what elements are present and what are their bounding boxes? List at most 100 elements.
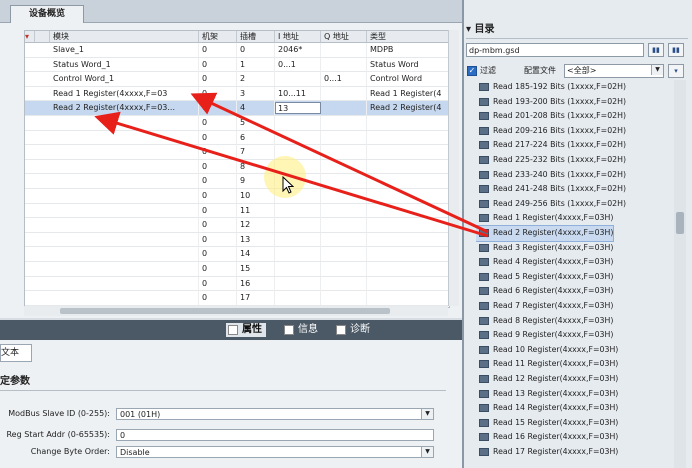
column-header-i-address[interactable]: I 地址 (275, 31, 321, 43)
table-row[interactable]: 0 12 (25, 218, 449, 233)
table-row[interactable]: 0 17 (25, 291, 449, 306)
cell-type: Status Word (367, 57, 449, 72)
cell-slot: 15 (237, 262, 275, 276)
cell-rack: 0 (199, 72, 237, 87)
catalog-item[interactable]: Read 201-208 Bits (1xxxx,F=02H) (476, 109, 626, 124)
catalog-scroll-thumb[interactable] (676, 212, 684, 234)
catalog-item[interactable]: Read 11 Register(4xxxx,F=03H) (476, 357, 618, 372)
catalog-item[interactable]: Read 225-232 Bits (1xxxx,F=02H) (476, 153, 626, 168)
table-row[interactable]: 0 10 (25, 189, 449, 204)
chevron-down-icon[interactable]: ▼ (421, 447, 433, 457)
column-header-rack[interactable]: 机架 (199, 31, 237, 43)
column-header-type[interactable]: 类型 (367, 31, 449, 43)
param-reg-start-addr-input[interactable]: 0 (116, 429, 434, 441)
catalog-item[interactable]: Read 17 Register(4xxxx,F=03H) (476, 445, 618, 460)
tab-device-overview[interactable]: 设备概览 (10, 5, 84, 23)
chevron-down-icon[interactable]: ▼ (651, 65, 663, 75)
search-down-icon[interactable]: ▮▮ (648, 43, 664, 57)
module-icon (479, 112, 489, 121)
cell-module (50, 218, 199, 233)
table-row[interactable]: Slave_1 0 0 2046* MDPB (25, 43, 449, 58)
cell-i-addr (275, 247, 321, 262)
catalog-item[interactable]: Read 193-200 Bits (1xxxx,F=02H) (476, 95, 626, 110)
catalog-item-label: Read 14 Register(4xxxx,F=03H) (493, 403, 619, 413)
catalog-item[interactable]: Read 7 Register(4xxxx,F=03H) (476, 299, 613, 314)
tab-text[interactable]: 文本 (0, 344, 32, 362)
device-overview-table: ▾ 模块 机架 插槽 I 地址 Q 地址 类型 Slave_1 0 0 2046* MD… (24, 30, 450, 308)
table-row[interactable]: Status Word_1 0 1 0...1 Status Word (25, 57, 449, 73)
cell-module (50, 232, 199, 247)
column-header-module[interactable]: 模块 (50, 31, 199, 43)
catalog-item[interactable]: Read 241-248 Bits (1xxxx,F=02H) (476, 182, 626, 197)
cell-module: Read 1 Register(4xxxx,F=03 (50, 86, 199, 101)
module-icon (479, 287, 489, 296)
table-row[interactable]: 06 (25, 130, 449, 146)
column-header-slot[interactable]: 插槽 (237, 31, 275, 43)
catalog-item[interactable]: Read 249-256 Bits (1xxxx,F=02H) (476, 197, 626, 212)
profile-select[interactable]: <全部> ▼ (564, 64, 664, 78)
cell-i-addr[interactable]: 13 (275, 102, 321, 115)
cell-slot: 4 (237, 101, 275, 116)
cell-type: Control Word (367, 72, 449, 87)
table-row[interactable]: 05 (25, 116, 449, 131)
cell-type (367, 189, 449, 203)
search-up-icon[interactable]: ▮▮ (668, 43, 684, 57)
tab-properties[interactable]: 属性 (226, 323, 266, 337)
catalog-item-label: Read 249-256 Bits (1xxxx,F=02H) (493, 198, 627, 208)
tab-info[interactable]: 信息 (282, 323, 322, 337)
catalog-item[interactable]: Read 8 Register(4xxxx,F=03H) (476, 314, 613, 329)
catalog-title[interactable]: ▾ 目录 (466, 22, 688, 39)
cell-q-addr (321, 145, 367, 160)
catalog-item[interactable]: Read 209-216 Bits (1xxxx,F=02H) (476, 124, 626, 139)
catalog-item[interactable]: Read 217-224 Bits (1xxxx,F=02H) (476, 138, 626, 153)
catalog-item[interactable]: Read 10 Register(4xxxx,F=03H) (476, 343, 618, 358)
catalog-item[interactable]: Read 2 Register(4xxxx,F=03H) (476, 225, 615, 242)
catalog-item[interactable]: Read 15 Register(4xxxx,F=03H) (476, 416, 618, 431)
catalog-item[interactable]: Read 16 Register(4xxxx,F=03H) (476, 430, 618, 445)
table-row[interactable]: 0 11 (25, 203, 449, 219)
catalog-item[interactable]: Read 14 Register(4xxxx,F=03H) (476, 401, 618, 416)
catalog-item[interactable]: Read 185-192 Bits (1xxxx,F=02H) (476, 80, 626, 95)
column-header-q-address[interactable]: Q 地址 (321, 31, 367, 43)
catalog-item[interactable]: Read 12 Register(4xxxx,F=03H) (476, 372, 618, 387)
table-row[interactable]: 0 14 (25, 247, 449, 262)
table-row[interactable]: Control Word_1 0 2 0...1 Control Word (25, 72, 449, 87)
catalog-item[interactable]: Read 3 Register(4xxxx,F=03H) (476, 241, 613, 256)
catalog-item[interactable]: Read 233-240 Bits (1xxxx,F=02H) (476, 168, 626, 183)
tab-diagnostics[interactable]: 诊断 (334, 323, 374, 337)
chevron-down-icon[interactable]: ▾ (466, 24, 475, 35)
table-horizontal-scroll-thumb[interactable] (60, 308, 390, 314)
catalog-search-input[interactable]: dp-mbm.gsd (466, 43, 644, 57)
catalog-item[interactable]: Read 5 Register(4xxxx,F=03H) (476, 270, 613, 285)
param-byte-order-select[interactable]: Disable ▼ (116, 446, 434, 458)
catalog-item[interactable]: Read 13 Register(4xxxx,F=03H) (476, 387, 618, 402)
table-vertical-scrollbar[interactable] (448, 30, 459, 306)
table-row[interactable]: 0 15 (25, 262, 449, 277)
column-icons-header: ▾ (25, 31, 35, 43)
cell-i-addr (275, 291, 321, 306)
cell-i-addr (275, 218, 321, 233)
filter-checkbox[interactable]: ✓ (467, 66, 477, 76)
table-row[interactable]: 07 (25, 145, 449, 160)
catalog-item-label: Read 209-216 Bits (1xxxx,F=02H) (493, 125, 627, 135)
table-row[interactable]: Read 2 Register(4xxxx,F=03... 0 4 13 Read 2 … (25, 101, 449, 116)
table-row[interactable]: Read 1 Register(4xxxx,F=03 0 3 10...11 Read … (25, 86, 449, 102)
cell-i-addr (275, 262, 321, 276)
catalog-item[interactable]: Read 4 Register(4xxxx,F=03H) (476, 255, 613, 270)
table-row[interactable]: 09 (25, 174, 449, 189)
cell-q-addr: 0...1 (321, 72, 367, 87)
catalog-item[interactable]: Read 1 Register(4xxxx,F=03H) (476, 211, 613, 226)
cell-type (367, 218, 449, 233)
table-row[interactable]: 0 13 (25, 232, 449, 248)
catalog-vertical-scrollbar[interactable] (674, 80, 686, 468)
param-slave-id-select[interactable]: 001 (01H) ▼ (116, 408, 434, 420)
table-row[interactable]: 08 (25, 159, 449, 175)
column-menu-header[interactable] (35, 31, 50, 43)
catalog-item[interactable]: Read 6 Register(4xxxx,F=03H) (476, 284, 613, 299)
catalog-item[interactable]: Read 9 Register(4xxxx,F=03H) (476, 328, 613, 343)
cell-q-addr (321, 232, 367, 247)
chevron-down-icon[interactable]: ▼ (421, 409, 433, 419)
cell-q-addr (321, 218, 367, 233)
table-row[interactable]: 0 16 (25, 276, 449, 292)
catalog-filter-options-icon[interactable]: ▾ (668, 64, 684, 78)
